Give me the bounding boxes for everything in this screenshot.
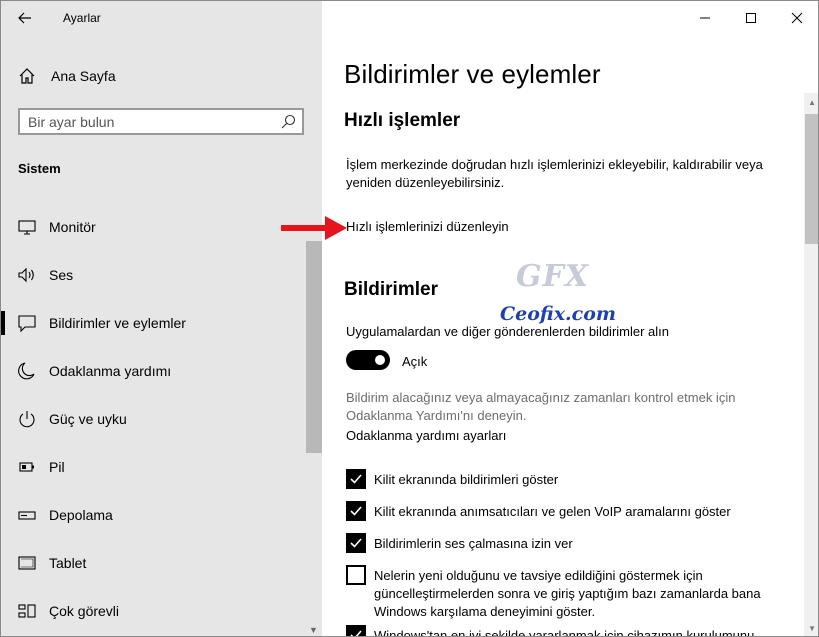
checkbox-label: Bildirimlerin ses çalmasına izin ver bbox=[374, 536, 573, 551]
checkbox-label: Kilit ekranında bildirimleri göster bbox=[374, 472, 559, 487]
storage-icon bbox=[18, 511, 36, 520]
checkbox-label: Nelerin yeni olduğunu ve tavsiye edildiğ… bbox=[374, 568, 761, 619]
watermark-text: Ceofix.com bbox=[500, 303, 616, 325]
checkbox-label: Windows'tan en iyi şekilde yararlanmak i… bbox=[374, 628, 755, 637]
home-nav-item[interactable]: Ana Sayfa bbox=[1, 59, 322, 93]
search-box[interactable] bbox=[18, 108, 304, 135]
quick-actions-heading: Hızlı işlemler bbox=[344, 110, 461, 131]
quick-actions-description: İşlem merkezinde doğrudan hızlı işlemler… bbox=[346, 157, 763, 190]
close-icon bbox=[791, 12, 803, 24]
focus-assist-hint: Bildirim alacağınız veya almayacağınız z… bbox=[346, 390, 736, 423]
focus-assist-settings-link[interactable]: Odaklanma yardımı ayarları bbox=[346, 428, 506, 443]
monitor-icon bbox=[18, 220, 36, 235]
toggle-knob bbox=[375, 355, 385, 365]
sidebar-item-sound[interactable]: Ses bbox=[1, 251, 322, 299]
power-icon bbox=[19, 411, 35, 428]
minimize-button[interactable] bbox=[682, 1, 728, 35]
sidebar-item-storage[interactable]: Depolama bbox=[1, 491, 322, 539]
sidebar-item-label: Ses bbox=[49, 267, 74, 283]
sidebar-item-label: Tablet bbox=[49, 555, 87, 571]
home-icon bbox=[19, 68, 35, 84]
maximize-icon bbox=[746, 13, 756, 23]
sidebar-item-label: Odaklanma yardımı bbox=[49, 363, 172, 379]
content-scrollbar-thumb[interactable] bbox=[805, 114, 818, 244]
red-arrow-annotation bbox=[281, 216, 347, 240]
checkmark-icon bbox=[350, 538, 362, 548]
sidebar-item-power-sleep[interactable]: Güç ve uyku bbox=[1, 395, 322, 443]
sidebar: ▼ Ayarlar Ana Sayfa Sistem bbox=[1, 1, 322, 636]
sidebar-item-battery[interactable]: Pil bbox=[1, 443, 322, 491]
checkbox-label: Kilit ekranında anımsatıcıları ve gelen … bbox=[374, 504, 731, 519]
allow-notification-sounds-checkbox[interactable] bbox=[346, 533, 366, 553]
sidebar-item-monitor[interactable]: Monitör bbox=[1, 203, 322, 251]
windows-welcome-experience-checkbox[interactable] bbox=[346, 565, 366, 585]
notification-icon bbox=[18, 315, 36, 333]
checkmark-icon bbox=[350, 630, 362, 636]
maximize-button[interactable] bbox=[728, 1, 774, 35]
watermark: GFX Ceofix.com bbox=[496, 259, 626, 329]
notifications-toggle[interactable] bbox=[346, 350, 390, 370]
checkmark-icon bbox=[350, 474, 362, 484]
tablet-icon bbox=[18, 556, 36, 570]
show-reminders-voip-checkbox[interactable] bbox=[346, 501, 366, 521]
sidebar-item-multitasking[interactable]: Çok görevli bbox=[1, 587, 322, 635]
checkmark-icon bbox=[350, 506, 362, 516]
speaker-icon bbox=[18, 267, 34, 283]
sidebar-item-label: Çok görevli bbox=[49, 603, 120, 619]
toggle-state-label: Açık bbox=[402, 354, 428, 369]
sidebar-item-label: Monitör bbox=[49, 219, 96, 235]
notifications-heading: Bildirimler bbox=[344, 279, 438, 300]
search-icon[interactable] bbox=[280, 114, 296, 130]
sidebar-item-label: Güç ve uyku bbox=[49, 411, 127, 427]
content-scroll-up-icon[interactable]: ▲ bbox=[808, 98, 816, 107]
settings-window: ▼ Ayarlar Ana Sayfa Sistem bbox=[0, 0, 819, 637]
show-lockscreen-notifications-checkbox[interactable] bbox=[346, 469, 366, 489]
title-bar: Ayarlar bbox=[1, 1, 322, 35]
search-input[interactable] bbox=[28, 112, 268, 132]
minimize-icon bbox=[700, 17, 710, 19]
device-setup-suggestions-checkbox[interactable] bbox=[346, 625, 366, 636]
sidebar-item-label: Pil bbox=[49, 459, 65, 475]
close-button[interactable] bbox=[774, 1, 818, 35]
edit-quick-actions-link[interactable]: Hızlı işlemlerinizi düzenleyin bbox=[346, 219, 509, 234]
home-label: Ana Sayfa bbox=[51, 68, 116, 84]
watermark-logo: GFX bbox=[516, 259, 590, 294]
sidebar-item-label: Bildirimler ve eylemler bbox=[49, 315, 186, 331]
window-controls bbox=[682, 1, 818, 35]
sidebar-item-tablet[interactable]: Tablet bbox=[1, 539, 322, 587]
multitask-icon bbox=[18, 604, 36, 618]
sidebar-item-notifications[interactable]: Bildirimler ve eylemler bbox=[1, 299, 322, 347]
battery-icon bbox=[19, 462, 34, 472]
sidebar-item-label: Depolama bbox=[49, 507, 113, 523]
sidebar-nav: Monitör Ses Bildirimler ve eylemler Odak… bbox=[1, 203, 322, 635]
moon-icon bbox=[18, 362, 35, 380]
sidebar-item-focus-assist[interactable]: Odaklanma yardımı bbox=[1, 347, 322, 395]
page-title: Bildirimler ve eylemler bbox=[344, 59, 601, 89]
content-scroll-down-icon[interactable]: ▼ bbox=[808, 624, 816, 633]
app-title: Ayarlar bbox=[63, 11, 101, 25]
back-arrow-icon bbox=[18, 12, 31, 24]
section-label: Sistem bbox=[18, 161, 61, 176]
back-button[interactable] bbox=[11, 5, 39, 31]
